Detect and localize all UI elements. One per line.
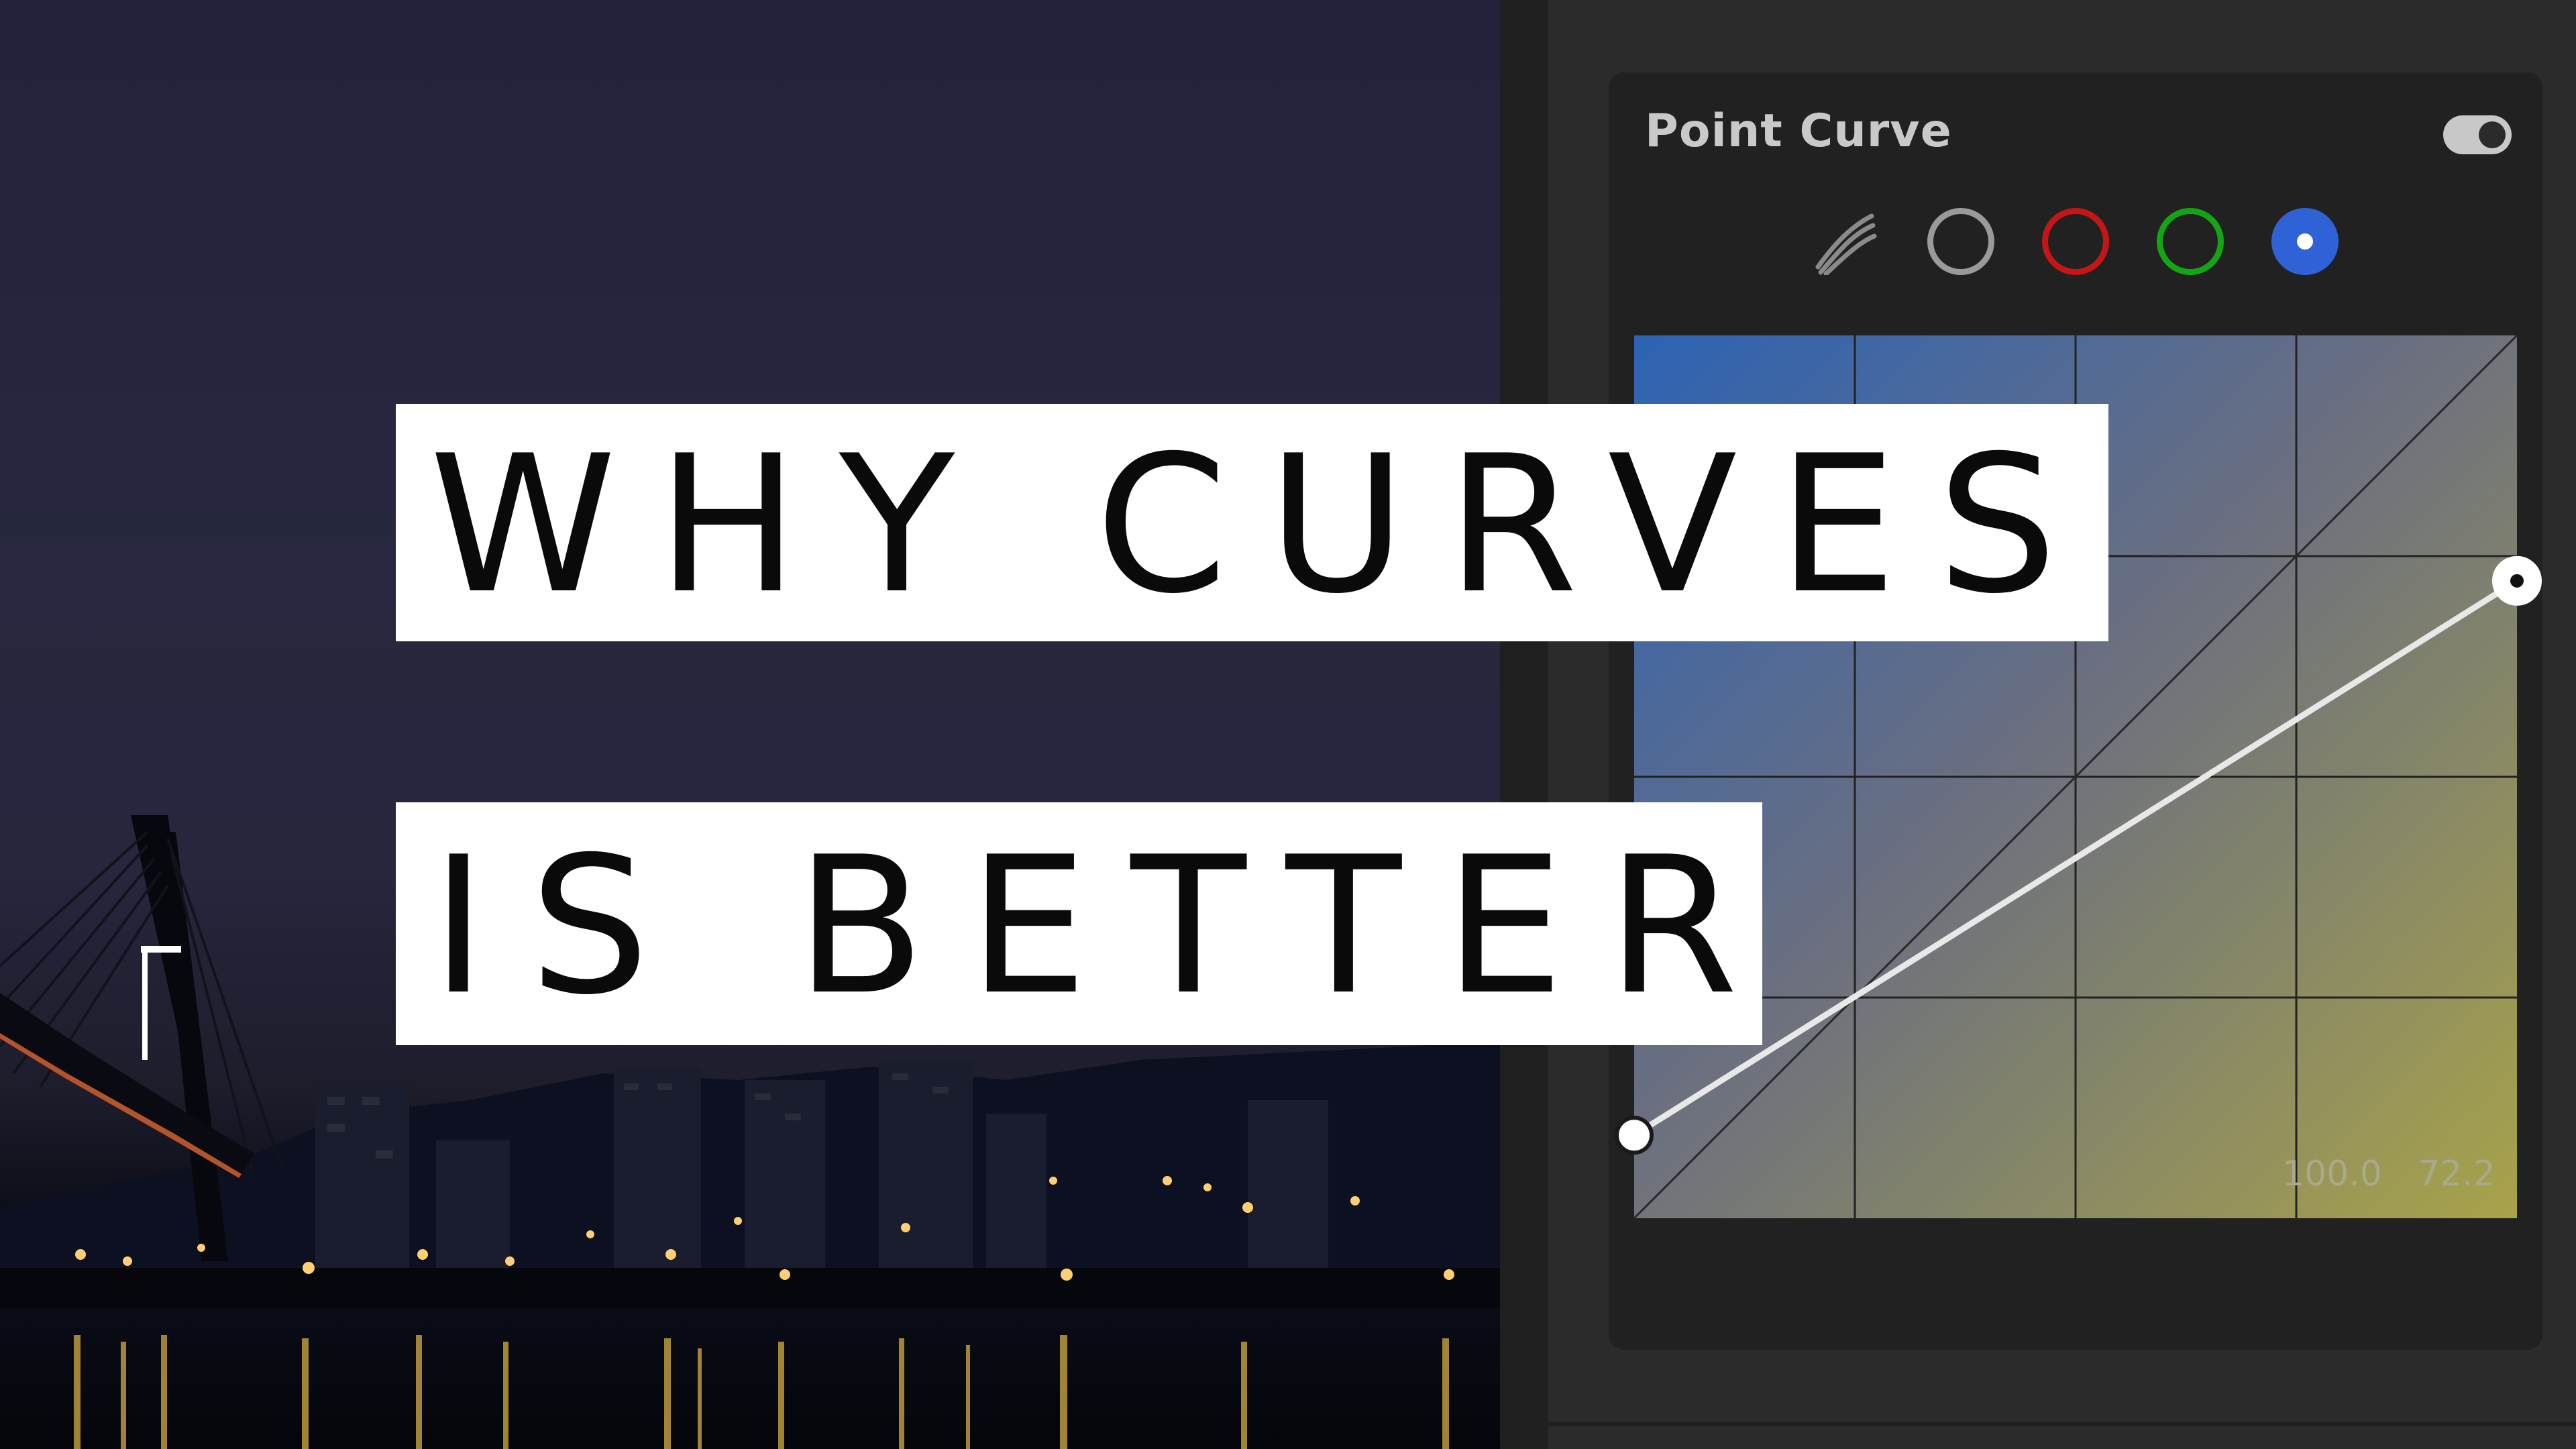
curve-control-point-center [2510, 574, 2524, 588]
panel-divider [1500, 0, 1548, 1449]
point-curve-title: Point Curve [1645, 105, 1952, 158]
panel-section-divider [1548, 1422, 2576, 1426]
headline-line-1: WHY CURVES [396, 404, 2108, 641]
night-city-skyline-image [0, 815, 1500, 1449]
curve-output-readout: 72.2 [2418, 1154, 2496, 1194]
headline-line-2: IS BETTER [396, 802, 1762, 1045]
parametric-curve-icon[interactable] [1811, 208, 1878, 276]
background-photo [0, 0, 1500, 1449]
toggle-knob [2479, 121, 2506, 148]
red-channel-button[interactable] [2042, 208, 2109, 275]
selected-indicator [2297, 233, 2313, 250]
rgb-channel-button[interactable] [1927, 208, 1994, 275]
green-channel-button[interactable] [2157, 208, 2224, 275]
curve-control-point-center [1623, 1124, 1645, 1146]
point-curve-enable-toggle[interactable] [2443, 115, 2512, 154]
curve-input-readout: 100.0 [2282, 1154, 2382, 1194]
parametric-curve-glyph [1815, 213, 1877, 276]
blue-channel-button[interactable] [2271, 208, 2339, 275]
